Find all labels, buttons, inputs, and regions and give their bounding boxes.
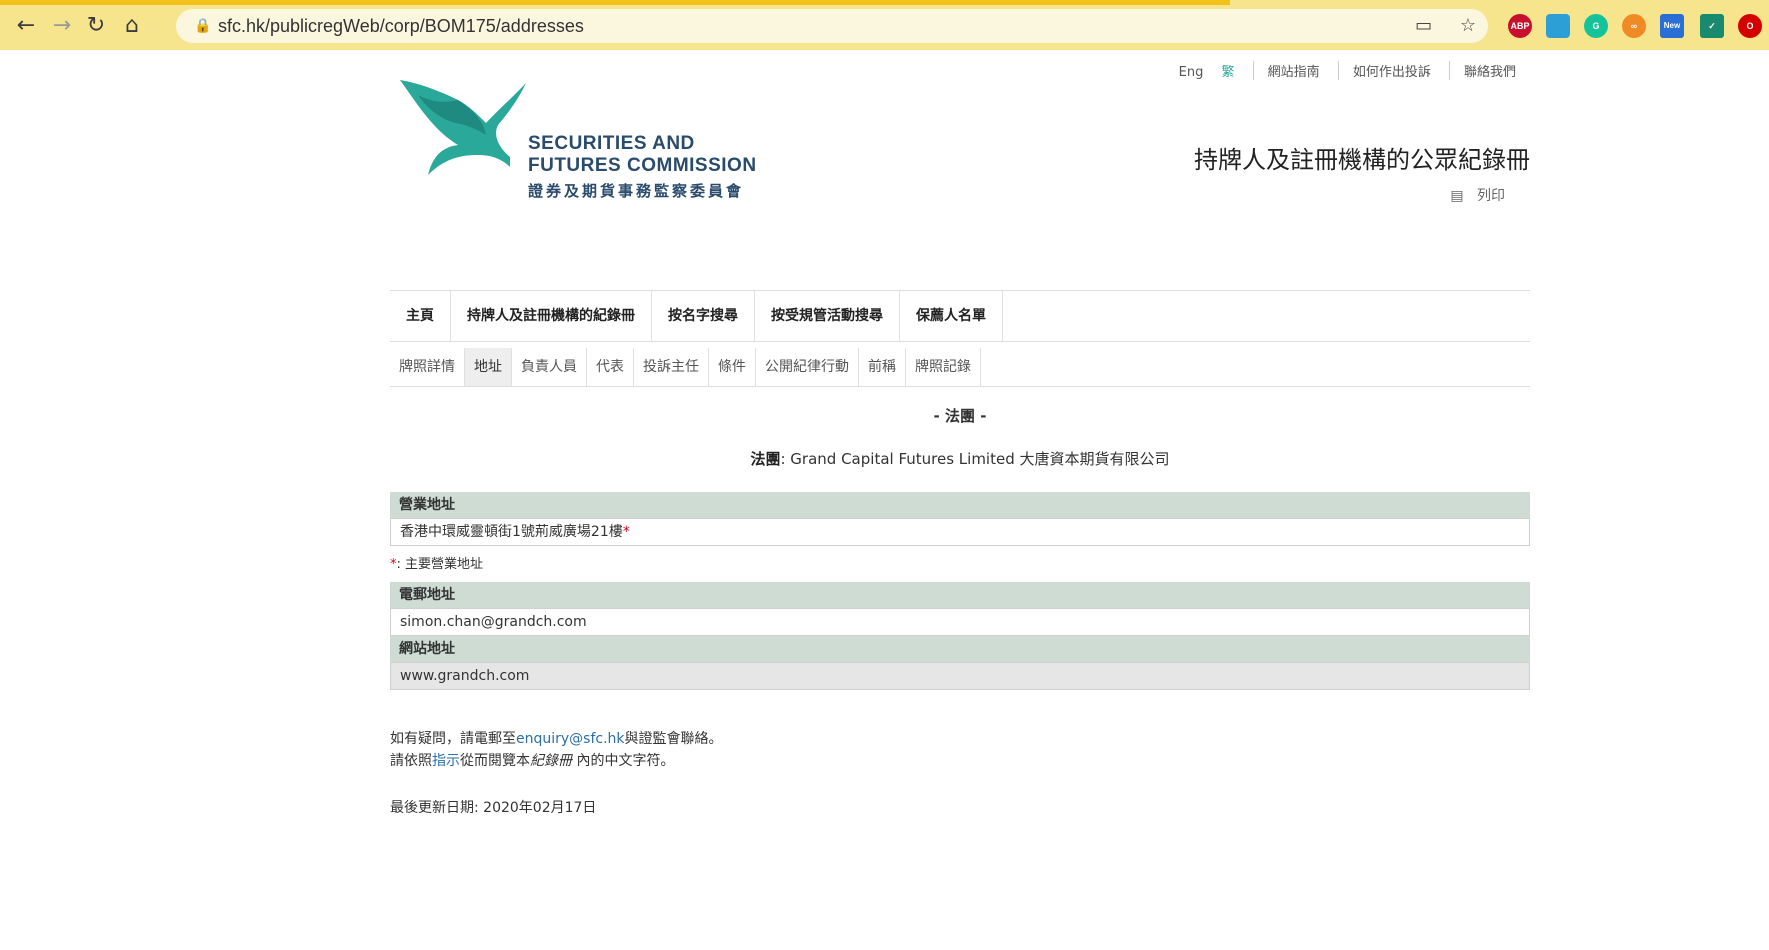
adblock-extension-icon[interactable]: ABP xyxy=(1508,14,1532,38)
enquiry-email-link[interactable]: enquiry@sfc.hk xyxy=(516,731,625,747)
bookmark-star-icon[interactable]: ☆ xyxy=(1460,15,1476,36)
nav-search-activity[interactable]: 按受規管活動搜尋 xyxy=(755,291,900,341)
url-text[interactable]: sfc.hk/publicregWeb/corp/BOM175/addresse… xyxy=(218,16,584,37)
tab-previous-names[interactable]: 前稱 xyxy=(859,348,906,386)
website-value: www.grandch.com xyxy=(390,662,1530,690)
tab-licence-details[interactable]: 牌照詳情 xyxy=(390,348,465,386)
site-guide-link[interactable]: 網站指南 xyxy=(1252,61,1334,80)
section-heading: - 法團 - xyxy=(933,407,987,425)
new-extension-icon[interactable]: New xyxy=(1660,14,1684,38)
cast-icon[interactable]: ▭ xyxy=(1415,15,1432,36)
printer-icon: ▤ xyxy=(1450,188,1464,204)
nav-register[interactable]: 持牌人及註冊機構的紀錄冊 xyxy=(451,291,652,341)
sfc-eagle-logo-icon[interactable] xyxy=(398,75,533,184)
reload-icon[interactable]: ↻ xyxy=(84,14,108,38)
logo-chinese-text: 證券及期貨事務監察委員會 xyxy=(528,182,745,200)
business-address-header: 營業地址 xyxy=(390,492,1530,518)
loading-bar xyxy=(0,0,1230,5)
tab-addresses[interactable]: 地址 xyxy=(465,348,512,386)
back-arrow-icon[interactable]: ← xyxy=(14,14,38,38)
contact-table: 電郵地址 simon.chan@grandch.com 網站地址 www.gra… xyxy=(390,582,1530,690)
tab-complaints-officer[interactable]: 投訴主任 xyxy=(634,348,709,386)
tab-licence-record[interactable]: 牌照記錄 xyxy=(906,348,981,386)
sub-navigation-tabs: 牌照詳情 地址 負責人員 代表 投訴主任 條件 公開紀律行動 前稱 牌照記錄 xyxy=(390,348,1530,387)
top-links: Eng 繁 網站指南 如何作出投訴 聯絡我們 xyxy=(1165,61,1530,80)
email-header: 電郵地址 xyxy=(390,582,1530,608)
contact-link[interactable]: 聯絡我們 xyxy=(1448,61,1530,80)
home-icon[interactable]: ⌂ xyxy=(120,14,144,38)
infinity-extension-icon[interactable]: ∞ xyxy=(1622,14,1646,38)
last-updated: 最後更新日期: 2020年02月17日 xyxy=(390,800,597,816)
email-value: simon.chan@grandch.com xyxy=(390,608,1530,636)
grammarly-extension-icon[interactable]: G xyxy=(1584,14,1608,38)
nav-sponsor-list[interactable]: 保薦人名單 xyxy=(900,291,1003,341)
opera-extension-icon[interactable]: O xyxy=(1738,14,1762,38)
complaint-link[interactable]: 如何作出投訴 xyxy=(1337,61,1445,80)
address-bar[interactable]: 🔒 sfc.hk/publicregWeb/corp/BOM175/addres… xyxy=(176,9,1488,43)
footer-notes: 如有疑問，請電郵至enquiry@sfc.hk與證監會聯絡。 請依照指示從而閱覽… xyxy=(390,731,723,769)
business-address-table: 營業地址 香港中環威靈頓街1號荊威廣場21樓* xyxy=(390,492,1530,546)
website-header: 網站地址 xyxy=(390,636,1530,662)
lang-eng-link[interactable]: Eng xyxy=(1165,65,1218,80)
translate-extension-icon[interactable] xyxy=(1546,14,1570,38)
main-navigation: 主頁 持牌人及註冊機構的紀錄冊 按名字搜尋 按受規管活動搜尋 保薦人名單 xyxy=(390,290,1530,342)
tab-representatives[interactable]: 代表 xyxy=(587,348,634,386)
feedly-extension-icon[interactable]: ✓ xyxy=(1700,14,1724,38)
tab-conditions[interactable]: 條件 xyxy=(709,348,756,386)
browser-toolbar: ← → ↻ ⌂ 🔒 sfc.hk/publicregWeb/corp/BOM17… xyxy=(0,0,1769,50)
tab-responsible-officers[interactable]: 負責人員 xyxy=(512,348,587,386)
tab-disciplinary-actions[interactable]: 公開紀律行動 xyxy=(756,348,859,386)
lock-icon: 🔒 xyxy=(194,18,212,34)
lang-trad-link[interactable]: 繁 xyxy=(1222,61,1249,80)
print-button[interactable]: ▤ 列印 xyxy=(1450,185,1505,205)
nav-home[interactable]: 主頁 xyxy=(390,291,451,341)
principal-address-note: *: 主要營業地址 xyxy=(390,557,484,572)
nav-search-name[interactable]: 按名字搜尋 xyxy=(652,291,755,341)
corporation-name: 法團: Grand Capital Futures Limited 大唐資本期貨… xyxy=(750,450,1170,468)
business-address-value: 香港中環威靈頓街1號荊威廣場21樓* xyxy=(390,518,1530,546)
forward-arrow-icon[interactable]: → xyxy=(50,14,74,38)
instructions-link[interactable]: 指示 xyxy=(432,753,460,769)
site-title: 持牌人及註冊機構的公眾紀錄冊 xyxy=(1194,146,1530,174)
logo-english-text: SECURITIES AND FUTURES COMMISSION xyxy=(528,133,757,176)
required-marker: * xyxy=(622,524,630,540)
